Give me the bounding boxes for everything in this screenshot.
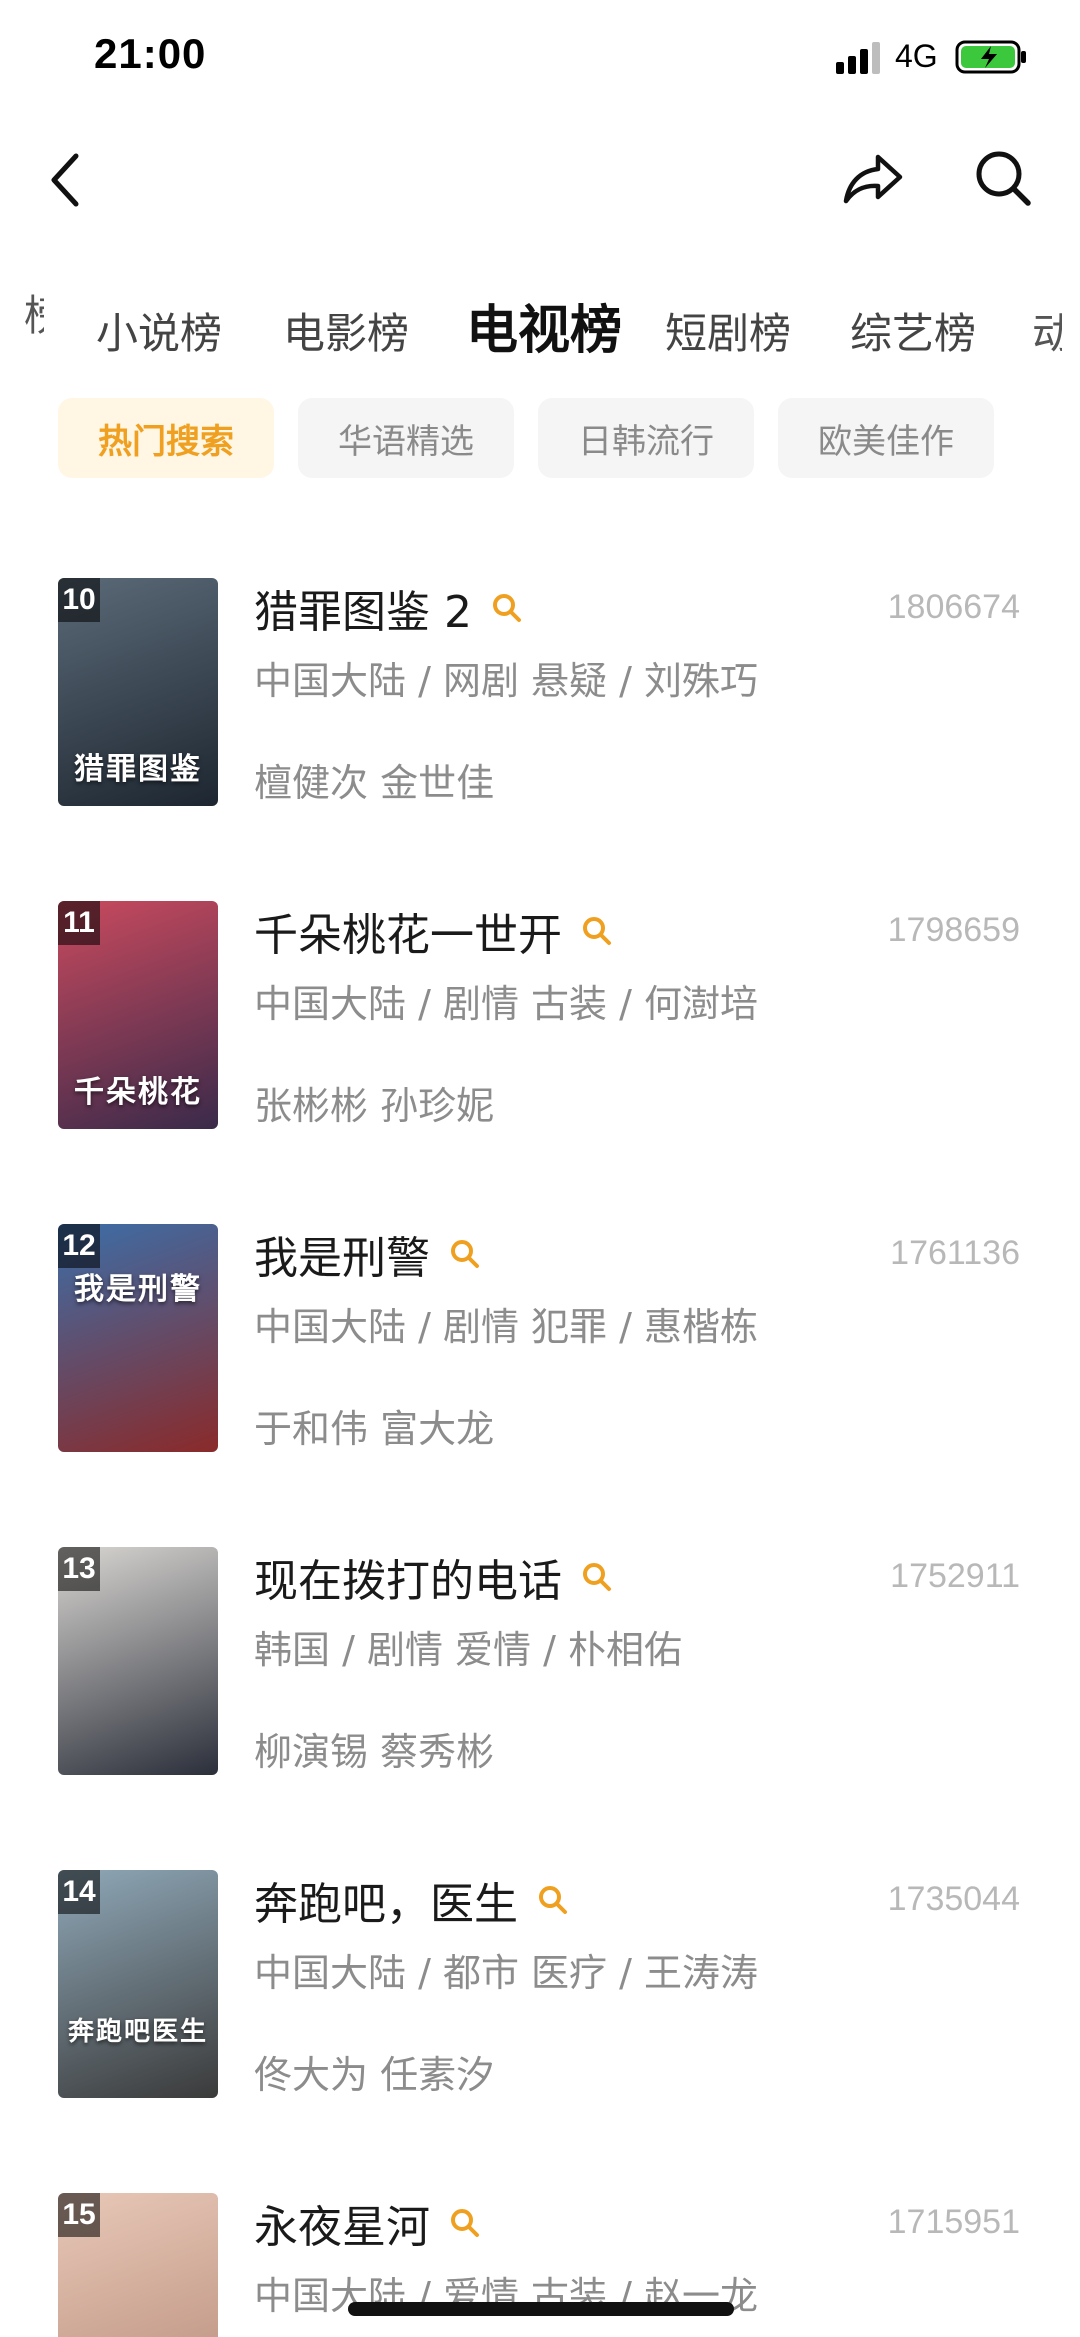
title-row: 我是刑警 — [254, 1224, 482, 1284]
item-cast: 张彬彬 孙珍妮 — [254, 1084, 495, 1128]
item-cast: 佟大为 任素汐 — [254, 2053, 495, 2097]
tab-tv[interactable]: 电视榜 — [466, 288, 622, 363]
rank-badge: 10 — [58, 578, 100, 622]
filter-chips: 热门搜索 华语精选 日韩流行 欧美佳作 — [0, 398, 1080, 480]
cellular-signal-icon — [836, 42, 880, 74]
item-meta: 中国大陆 / 剧情 犯罪 / 惠楷栋 — [254, 1305, 759, 1349]
heat-score: 1806674 — [887, 588, 1020, 626]
item-meta: 中国大陆 / 网剧 悬疑 / 刘殊巧 — [254, 659, 759, 703]
poster-image[interactable]: 11 千朵桃花 — [58, 901, 218, 1129]
category-tabs: 榜 小说榜 电影榜 电视榜 短剧榜 综艺榜 动 — [0, 280, 1080, 370]
title-row: 现在拨打的电话 — [254, 1547, 614, 1607]
poster-title: 千朵桃花 — [74, 1075, 202, 1110]
search-button[interactable] — [970, 145, 1036, 211]
heat-score: 1735044 — [887, 1880, 1020, 1918]
heat-score: 1715951 — [887, 2203, 1020, 2241]
item-cast: 檀健次 金世佳 — [254, 761, 495, 805]
rank-badge: 11 — [58, 901, 100, 945]
search-icon[interactable] — [580, 1560, 614, 1594]
title-row: 猎罪图鉴 2 — [254, 578, 524, 638]
item-title[interactable]: 永夜星河 — [254, 2191, 430, 2255]
heat-score: 1761136 — [890, 1234, 1020, 1272]
tab-short-drama[interactable]: 短剧榜 — [665, 300, 791, 361]
rank-badge: 12 — [58, 1224, 100, 1268]
share-button[interactable] — [840, 145, 906, 211]
status-bar: 21:00 4G — [0, 0, 1080, 120]
item-cast: 柳演锡 蔡秀彬 — [254, 1730, 495, 1774]
search-icon[interactable] — [536, 1883, 570, 1917]
tab-novel[interactable]: 小说榜 — [96, 300, 222, 361]
list-item[interactable]: 13 现在拨打的电话 1752911 韩国 / 剧情 爱情 / 朴相佑 柳演锡 … — [0, 1543, 1080, 1775]
rank-badge: 14 — [58, 1870, 100, 1914]
search-icon[interactable] — [448, 1237, 482, 1271]
item-meta: 中国大陆 / 剧情 古装 / 何澍培 — [254, 982, 759, 1026]
chip-japan-korea[interactable]: 日韩流行 — [538, 398, 754, 478]
item-cast: 于和伟 富大龙 — [254, 1407, 495, 1451]
item-title[interactable]: 奔跑吧，医生 — [254, 1868, 518, 1932]
tab-movie[interactable]: 电影榜 — [283, 300, 409, 361]
search-icon[interactable] — [448, 2206, 482, 2240]
item-meta: 韩国 / 剧情 爱情 / 朴相佑 — [254, 1628, 683, 1672]
item-title[interactable]: 我是刑警 — [254, 1222, 430, 1286]
poster-title: 我是刑警 — [74, 1272, 202, 1307]
status-time: 21:00 — [94, 30, 207, 77]
poster-image[interactable]: 12 我是刑警 — [58, 1224, 218, 1452]
list-item[interactable]: 12 我是刑警 我是刑警 1761136 中国大陆 / 剧情 犯罪 / 惠楷栋 … — [0, 1220, 1080, 1452]
chip-chinese-picks[interactable]: 华语精选 — [298, 398, 514, 478]
search-icon[interactable] — [490, 591, 524, 625]
tab-partial-left[interactable]: 榜 — [24, 282, 44, 343]
rank-badge: 15 — [58, 2193, 100, 2237]
title-row: 永夜星河 — [254, 2193, 482, 2253]
item-title[interactable]: 现在拨打的电话 — [254, 1545, 562, 1609]
battery-charging-icon — [955, 40, 1026, 74]
tab-partial-right[interactable]: 动 — [1032, 300, 1062, 361]
item-meta: 中国大陆 / 都市 医疗 / 王涛涛 — [254, 1951, 759, 1995]
item-title[interactable]: 千朵桃花一世开 — [254, 899, 562, 963]
network-type: 4G — [895, 38, 938, 74]
title-row: 奔跑吧，医生 — [254, 1870, 570, 1930]
rank-badge: 13 — [58, 1547, 100, 1591]
heat-score: 1752911 — [890, 1557, 1020, 1595]
poster-image[interactable]: 14 奔跑吧医生 — [58, 1870, 218, 2098]
list-item[interactable]: 14 奔跑吧医生 奔跑吧，医生 1735044 中国大陆 / 都市 医疗 / 王… — [0, 1866, 1080, 2098]
chip-hot-search[interactable]: 热门搜索 — [58, 398, 274, 478]
search-icon[interactable] — [580, 914, 614, 948]
list-item[interactable]: 10 猎罪图鉴 猎罪图鉴 2 1806674 中国大陆 / 网剧 悬疑 / 刘殊… — [0, 574, 1080, 806]
poster-image[interactable]: 10 猎罪图鉴 — [58, 578, 218, 806]
poster-title: 奔跑吧医生 — [67, 2017, 208, 2047]
list-item[interactable]: 11 千朵桃花 千朵桃花一世开 1798659 中国大陆 / 剧情 古装 / 何… — [0, 897, 1080, 1129]
poster-image[interactable]: 13 — [58, 1547, 218, 1775]
poster-image[interactable]: 15 — [58, 2193, 218, 2337]
tab-variety[interactable]: 综艺榜 — [850, 300, 976, 361]
item-title[interactable]: 猎罪图鉴 2 — [254, 576, 472, 640]
back-button[interactable] — [44, 150, 88, 210]
home-indicator[interactable] — [348, 2302, 734, 2316]
title-row: 千朵桃花一世开 — [254, 901, 614, 961]
chip-western[interactable]: 欧美佳作 — [778, 398, 994, 478]
heat-score: 1798659 — [887, 911, 1020, 949]
poster-title: 猎罪图鉴 — [74, 752, 202, 787]
